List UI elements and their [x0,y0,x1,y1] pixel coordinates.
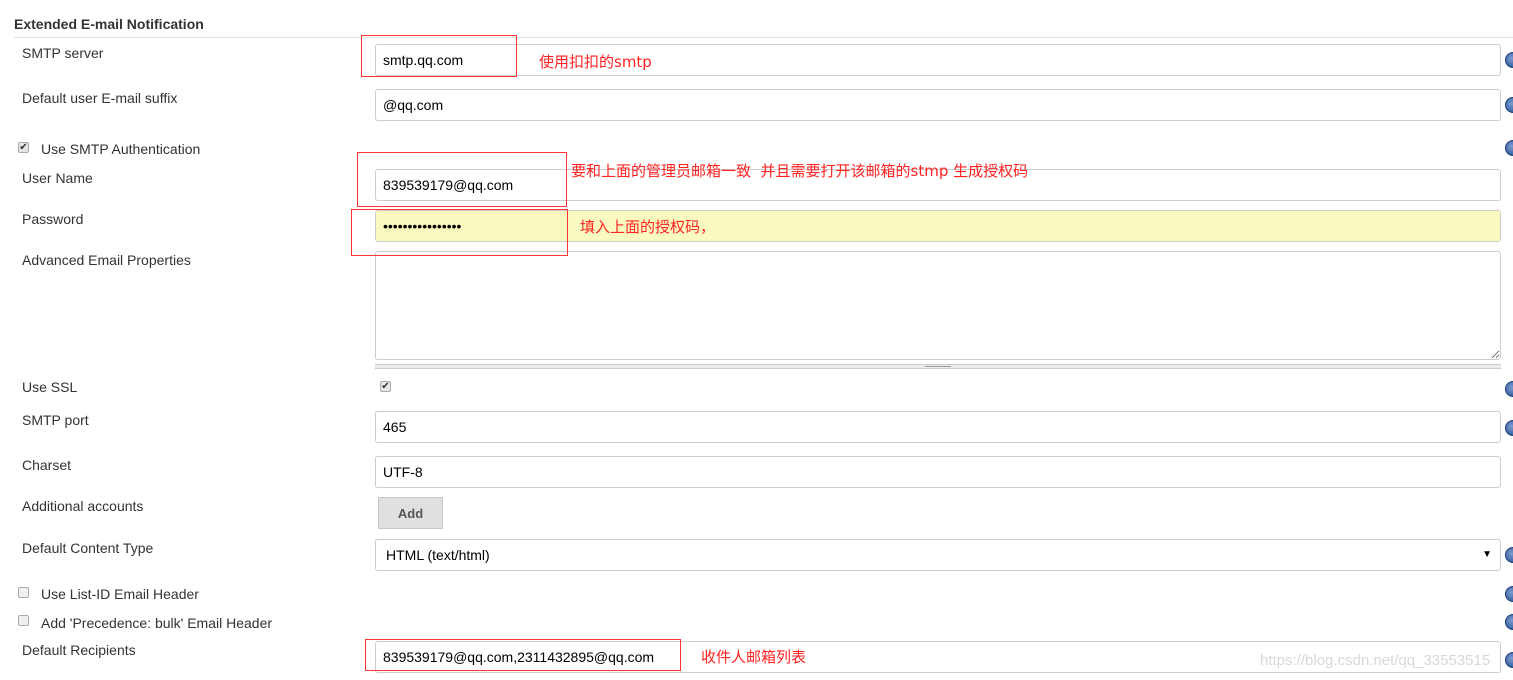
content-type-label: Default Content Type [22,540,154,556]
content-type-value: HTML (text/html) [386,547,490,563]
highlight-box [365,639,681,671]
highlight-box [361,35,517,77]
use-ssl-label: Use SSL [22,379,78,395]
help-icon[interactable] [1505,652,1513,668]
user-name-label: User Name [22,170,93,186]
help-icon[interactable] [1505,52,1513,68]
use-ssl-checkbox[interactable]: ✔ [380,381,391,392]
charset-input[interactable] [375,456,1501,488]
resize-grip-icon [925,366,951,367]
email-suffix-input[interactable] [375,89,1501,121]
highlight-box [351,209,568,256]
annotation-password: 填入上面的授权码， [580,218,716,236]
list-id-label: Use List-ID Email Header [41,586,199,602]
watermark: https://blog.csdn.net/qq_33553515 [1260,652,1491,669]
help-icon[interactable] [1505,381,1513,397]
help-icon[interactable] [1505,547,1513,563]
help-icon[interactable] [1505,586,1513,602]
divider [14,37,1513,38]
smtp-auth-label: Use SMTP Authentication [41,141,201,157]
caret-down-icon: ▼ [1482,549,1492,560]
list-id-checkbox[interactable] [18,587,29,598]
additional-accounts-label: Additional accounts [22,498,144,514]
smtp-server-label: SMTP server [22,45,104,61]
advanced-props-textarea[interactable] [375,251,1501,360]
advanced-props-label: Advanced Email Properties [22,252,191,268]
precedence-checkbox[interactable] [18,615,29,626]
content-type-select[interactable]: HTML (text/html) ▼ [375,539,1501,571]
recipients-label: Default Recipients [22,642,136,658]
email-suffix-label: Default user E-mail suffix [22,90,178,106]
smtp-auth-checkbox[interactable]: ✔ [18,142,29,153]
password-label: Password [22,211,84,227]
precedence-label: Add 'Precedence: bulk' Email Header [41,615,273,631]
section-title: Extended E-mail Notification [14,16,204,32]
help-icon[interactable] [1505,420,1513,436]
add-account-button[interactable]: Add [378,497,443,529]
annotation-smtp: 使用扣扣的smtp [539,53,652,71]
charset-label: Charset [22,457,72,473]
highlight-box [357,152,567,207]
help-icon[interactable] [1505,97,1513,113]
annotation-recipients: 收件人邮箱列表 [701,648,807,666]
annotation-username: 要和上面的管理员邮箱一致 并且需要打开该邮箱的stmp 生成授权码 [571,162,1029,180]
smtp-port-label: SMTP port [22,412,89,428]
help-icon[interactable] [1505,614,1513,630]
help-icon[interactable] [1505,140,1513,156]
smtp-port-input[interactable] [375,411,1501,443]
